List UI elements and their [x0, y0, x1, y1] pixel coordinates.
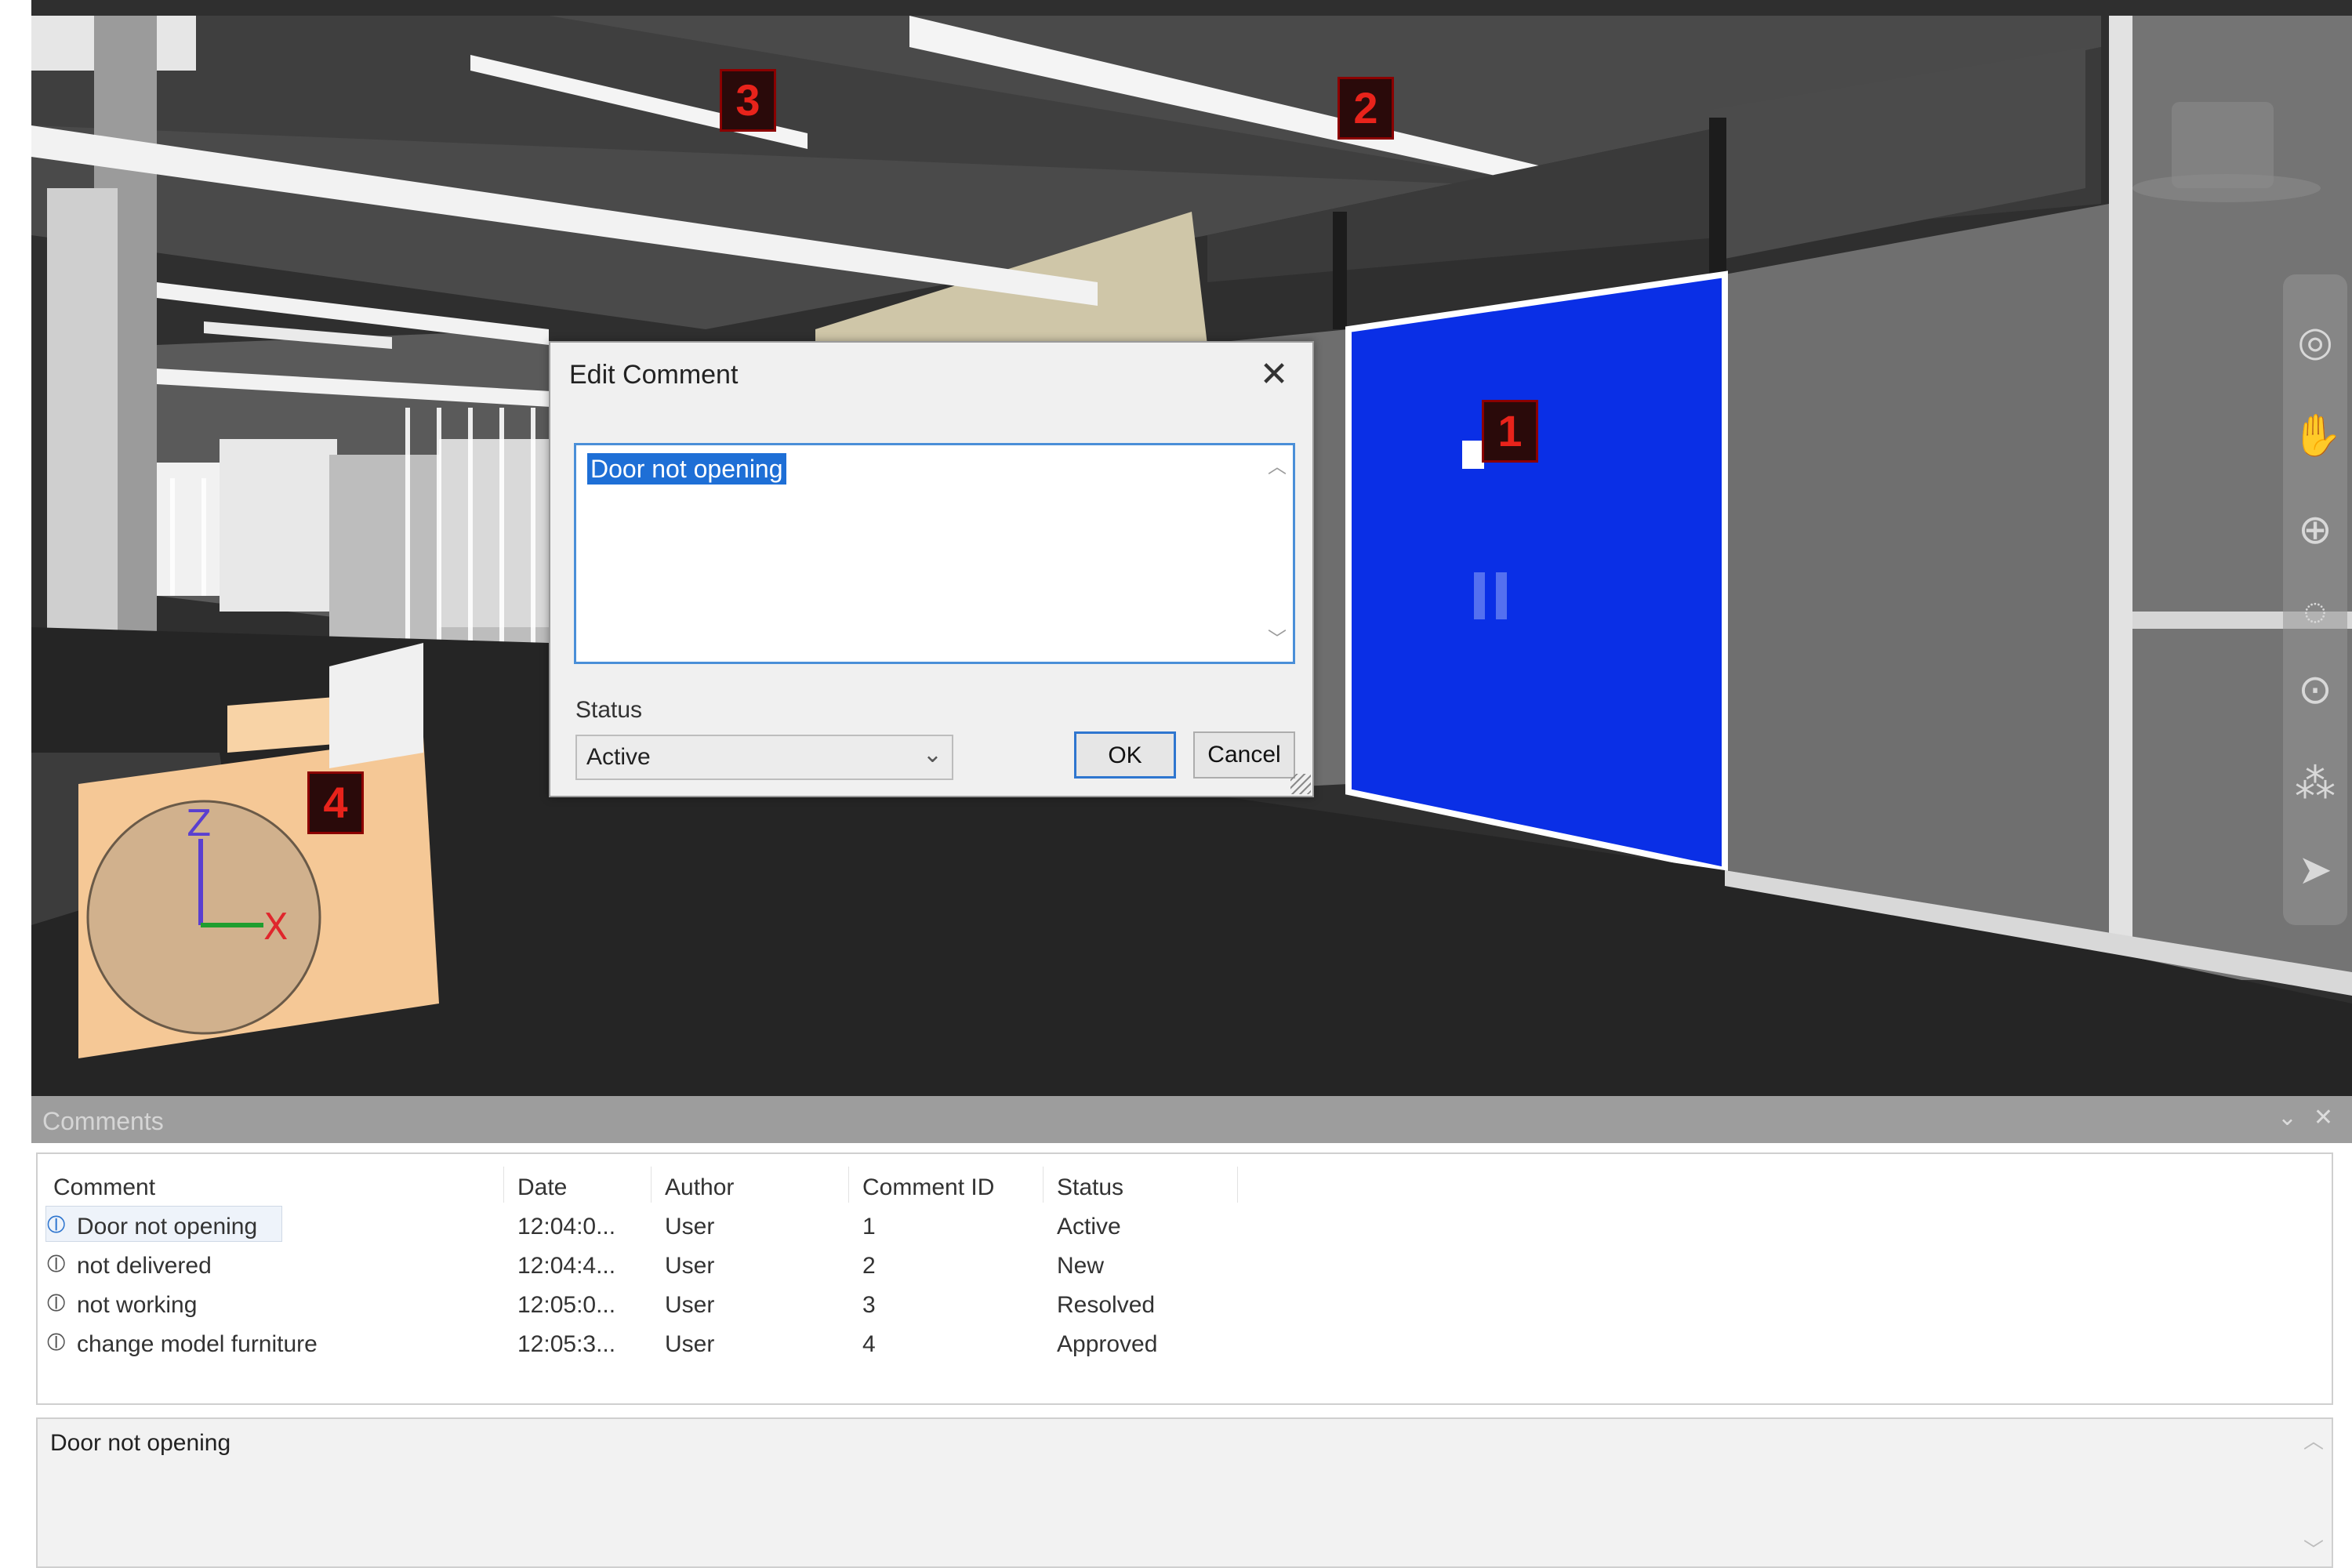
- pan-icon[interactable]: ✋: [2292, 412, 2343, 459]
- status-dropdown[interactable]: Active ⌄: [575, 735, 953, 780]
- comment-text[interactable]: Door not opening: [587, 453, 786, 485]
- status-label: Status: [575, 697, 643, 723]
- close-panel-icon[interactable]: ✕: [2314, 1104, 2333, 1131]
- row-author: User: [665, 1331, 715, 1357]
- comment-marker-3[interactable]: 3: [720, 69, 776, 132]
- comments-panel-header: Comments ⌄ ✕: [31, 1096, 2352, 1143]
- edit-comment-dialog: Edit Comment ✕ Door not opening ︿ ﹀ Stat…: [549, 341, 1314, 797]
- zoom-icon[interactable]: ⊕: [2292, 506, 2339, 554]
- dialog-title: Edit Comment: [569, 360, 739, 390]
- row-author: User: [665, 1253, 715, 1279]
- comment-icon: ⦶: [47, 1210, 66, 1238]
- row-date: 12:05:3...: [517, 1331, 616, 1357]
- column-header-comment[interactable]: Comment: [53, 1174, 155, 1201]
- scroll-up-icon[interactable]: ︿: [2303, 1425, 2324, 1454]
- look-icon[interactable]: ◌: [2292, 588, 2339, 635]
- comment-marker-1[interactable]: 1: [1482, 400, 1538, 463]
- column-header-author[interactable]: Author: [665, 1174, 734, 1201]
- comment-icon: ⦶: [47, 1288, 66, 1316]
- resize-grip-icon[interactable]: [1290, 774, 1311, 794]
- row-author: User: [665, 1214, 715, 1240]
- comment-textarea[interactable]: Door not opening ︿ ﹀: [574, 443, 1295, 664]
- row-status: Approved: [1057, 1331, 1158, 1357]
- comments-table: Comment Date Author Comment ID Status ⦶ …: [36, 1152, 2333, 1405]
- scroll-up-icon[interactable]: ︿: [1261, 452, 1293, 483]
- comment-preview[interactable]: Door not opening ︿ ﹀: [36, 1417, 2333, 1568]
- pointer-icon[interactable]: ➤: [2292, 847, 2339, 894]
- row-comment[interactable]: not working: [77, 1292, 197, 1319]
- z-axis-label: Z: [187, 802, 212, 844]
- row-comment[interactable]: change model furniture: [77, 1331, 318, 1358]
- pin-icon[interactable]: ⌄: [2278, 1104, 2297, 1131]
- row-comment[interactable]: not delivered: [77, 1253, 212, 1279]
- row-author: User: [665, 1292, 715, 1318]
- column-header-status[interactable]: Status: [1057, 1174, 1123, 1201]
- close-icon[interactable]: ✕: [1250, 350, 1298, 399]
- scroll-down-icon[interactable]: ﹀: [1261, 624, 1293, 655]
- row-date: 12:04:0...: [517, 1214, 616, 1240]
- row-status: New: [1057, 1253, 1105, 1279]
- row-id: 3: [862, 1292, 876, 1318]
- scroll-down-icon[interactable]: ﹀: [2303, 1534, 2324, 1563]
- row-id: 1: [862, 1214, 876, 1240]
- walk-icon[interactable]: ⊙: [2292, 666, 2339, 713]
- row-id: 4: [862, 1331, 876, 1357]
- cancel-button[interactable]: Cancel: [1193, 731, 1295, 779]
- navigation-bar: ◎ ✋ ⊕ ◌ ⊙ ⁂ ➤: [2283, 274, 2347, 925]
- row-status: Resolved: [1057, 1292, 1156, 1318]
- comment-marker-2[interactable]: 2: [1338, 77, 1394, 140]
- comment-icon: ⦶: [47, 1327, 66, 1356]
- row-comment[interactable]: Door not opening: [77, 1214, 257, 1240]
- status-selected-value: Active: [586, 744, 651, 770]
- column-header-comment-id[interactable]: Comment ID: [862, 1174, 994, 1201]
- comment-icon: ⦶: [47, 1249, 66, 1277]
- chevron-down-icon: ⌄: [922, 742, 942, 768]
- center-icon[interactable]: ⁂: [2292, 760, 2339, 808]
- ok-button[interactable]: OK: [1074, 731, 1176, 779]
- preview-text: Door not opening: [50, 1430, 231, 1456]
- comments-panel-title: Comments: [42, 1107, 164, 1135]
- textarea-scrollbar[interactable]: ︿ ﹀: [1261, 445, 1293, 662]
- row-date: 12:05:0...: [517, 1292, 616, 1318]
- orbit-icon[interactable]: ◎: [2292, 318, 2339, 365]
- x-axis-label: X: [263, 906, 289, 948]
- column-header-date[interactable]: Date: [517, 1174, 567, 1201]
- row-id: 2: [862, 1253, 876, 1279]
- row-date: 12:04:4...: [517, 1253, 616, 1279]
- axis-gizmo[interactable]: Z X: [78, 792, 329, 1043]
- row-status: Active: [1057, 1214, 1121, 1240]
